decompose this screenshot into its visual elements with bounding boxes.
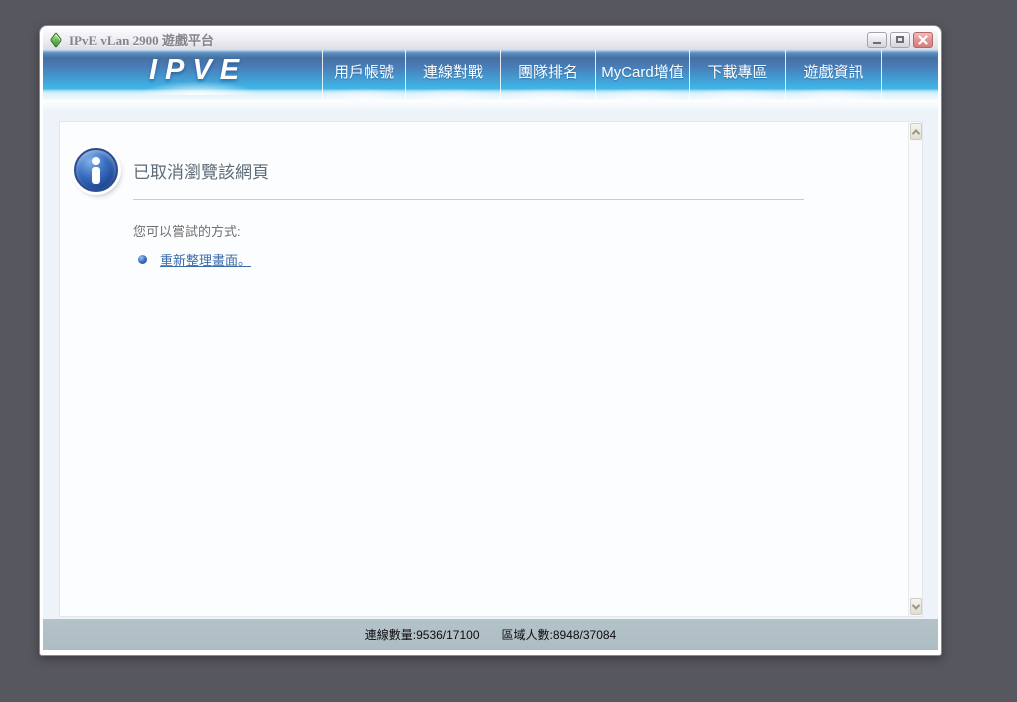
close-button[interactable] <box>913 31 933 48</box>
minimize-button[interactable] <box>867 31 887 48</box>
status-connections: 連線數量:9536/17100 <box>364 628 480 642</box>
info-icon <box>74 148 118 192</box>
nav-bar: IPVE 用戶帳號 連線對戰 團隊排名 MyCard增值 下載專區 遊戲資訊 <box>43 50 938 100</box>
scroll-down-button[interactable] <box>909 598 922 615</box>
error-heading: 已取消瀏覽該網頁 <box>133 163 269 182</box>
nav-item-label: 用戶帳號 <box>333 64 394 81</box>
vertical-scrollbar[interactable] <box>908 122 922 616</box>
nav-item-user-account[interactable]: 用戶帳號 <box>322 50 406 100</box>
scroll-down-icon <box>911 600 920 610</box>
brand-logo-text: IPVE <box>148 54 248 86</box>
window-title: IPvE vLan 2900 遊戲平台 <box>69 33 214 48</box>
maximize-icon <box>896 36 904 43</box>
app-window: IPvE vLan 2900 遊戲平台 IPVE 用戶帳號 連線對戰 團隊排名 … <box>39 25 942 656</box>
nav-item-label: MyCard增值 <box>601 64 684 81</box>
refresh-page-link[interactable]: 重新整理畫面。 <box>160 250 251 269</box>
page-body: 已取消瀏覽該網頁 您可以嘗試的方式: 重新整理畫面。 <box>43 113 938 619</box>
bullet-icon <box>138 255 147 264</box>
minimize-icon <box>873 41 881 44</box>
app-icon <box>49 31 63 48</box>
brand-logo: IPVE <box>98 50 298 95</box>
nav-item-online-battle[interactable]: 連線對戰 <box>406 50 501 100</box>
nav-item-game-info[interactable]: 遊戲資訊 <box>786 50 882 100</box>
tip-list-item: 重新整理畫面。 <box>138 250 251 269</box>
error-page: 已取消瀏覽該網頁 您可以嘗試的方式: 重新整理畫面。 <box>60 122 908 616</box>
status-region-players: 區域人數:8948/37084 <box>501 628 617 642</box>
heading-divider <box>133 199 804 200</box>
desktop-background: { "window": { "title": "IPvE vLan 2900 遊… <box>0 0 1017 702</box>
status-bar: 連線數量:9536/17100 區域人數:8948/37084 <box>43 619 938 650</box>
scroll-up-icon <box>911 128 920 138</box>
nav-item-mycard-topup[interactable]: MyCard增值 <box>596 50 690 100</box>
nav-item-team-ranking[interactable]: 團隊排名 <box>501 50 596 100</box>
maximize-button[interactable] <box>890 31 910 48</box>
nav-item-label: 團隊排名 <box>517 64 578 81</box>
browser-content-panel: 已取消瀏覽該網頁 您可以嘗試的方式: 重新整理畫面。 <box>59 121 923 617</box>
window-bottom-padding <box>43 650 938 652</box>
tip-intro-text: 您可以嘗試的方式: <box>133 224 241 239</box>
title-bar: IPvE vLan 2900 遊戲平台 <box>43 29 938 50</box>
close-icon <box>918 34 928 45</box>
nav-item-label: 下載專區 <box>707 64 768 81</box>
window-controls <box>867 31 933 48</box>
nav-fade-strip <box>43 100 938 113</box>
nav-menu: 用戶帳號 連線對戰 團隊排名 MyCard增值 下載專區 遊戲資訊 <box>322 50 882 100</box>
scroll-up-button[interactable] <box>909 123 922 140</box>
nav-item-download-zone[interactable]: 下載專區 <box>690 50 786 100</box>
nav-item-label: 遊戲資訊 <box>803 64 864 81</box>
nav-item-label: 連線對戰 <box>422 64 483 81</box>
